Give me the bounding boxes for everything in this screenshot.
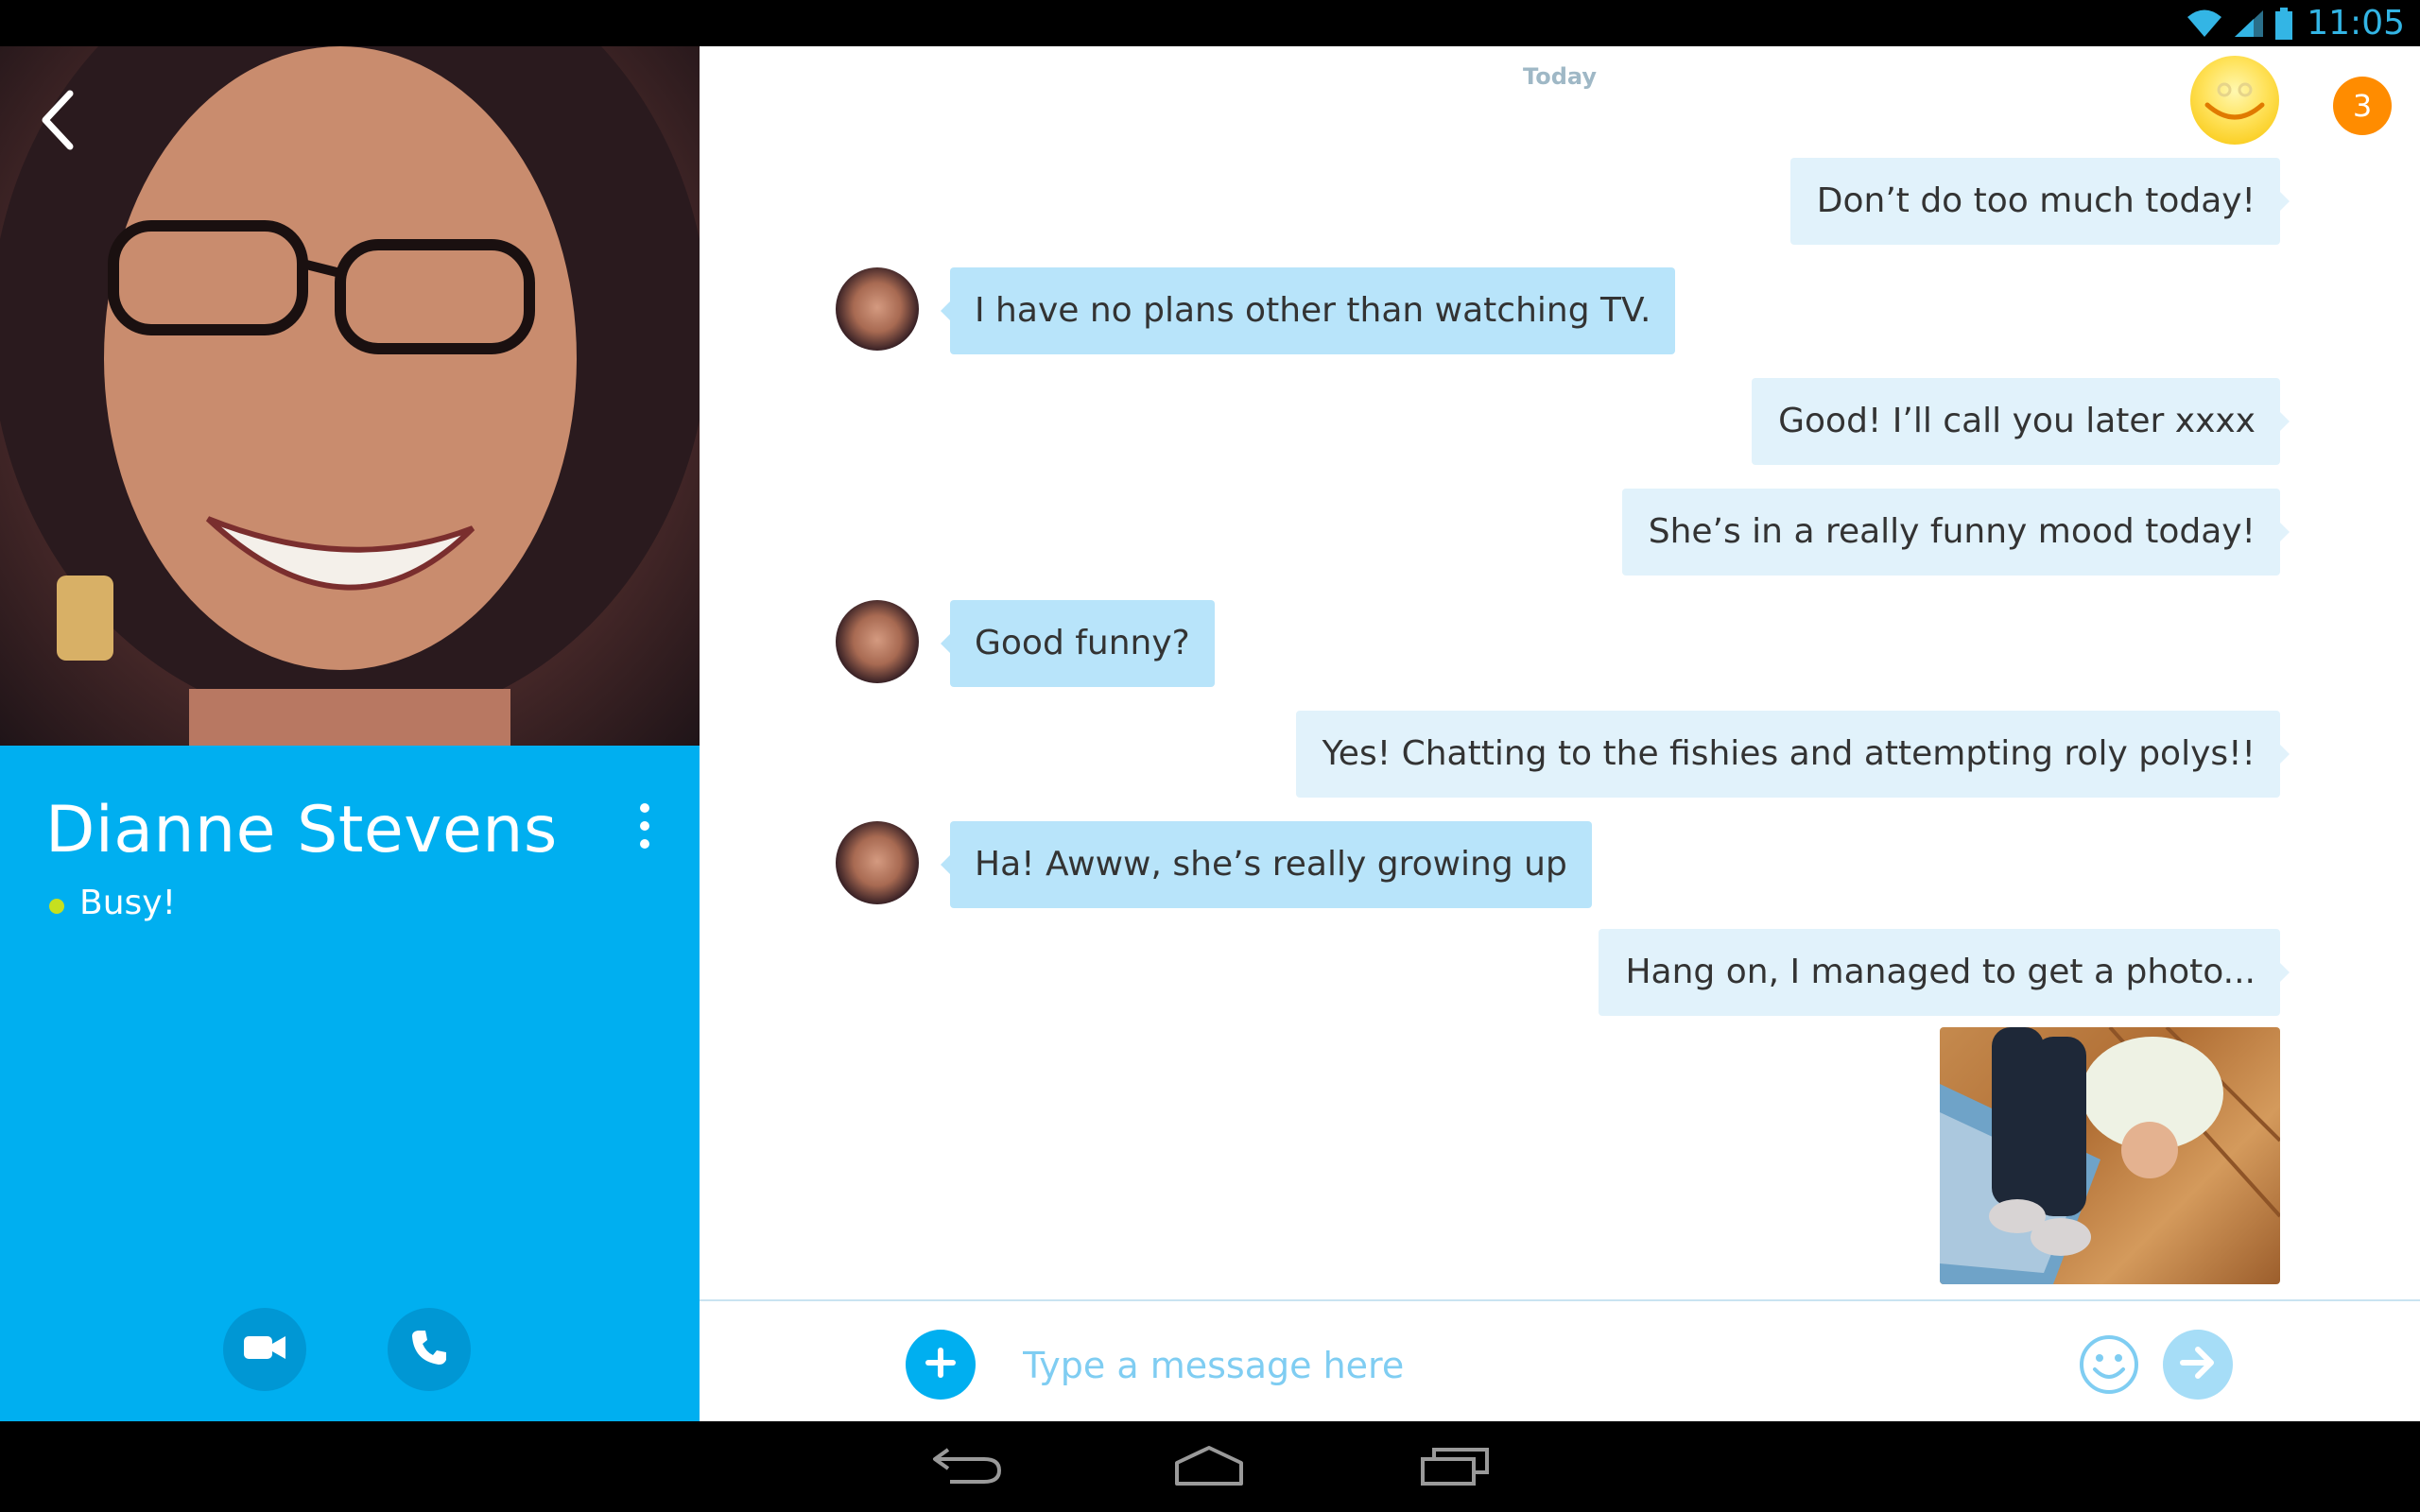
video-camera-icon (244, 1334, 285, 1365)
message-outgoing[interactable]: Don’t do too much today! (1789, 158, 2290, 245)
notification-badge[interactable]: 3 (2333, 77, 2392, 135)
add-attachment-button[interactable] (906, 1330, 976, 1400)
photo-message[interactable] (1940, 1027, 2280, 1284)
message-incoming[interactable]: Ha! Awww, she’s really growing up (941, 821, 1592, 908)
contact-avatar[interactable] (836, 821, 919, 904)
wifi-icon (2186, 9, 2223, 39)
more-options-button[interactable] (624, 793, 666, 859)
contact-status-message: Busy! (79, 884, 177, 922)
more-vertical-icon-dot (640, 821, 649, 831)
system-nav-bar (0, 1421, 2420, 1512)
nav-recents-button[interactable] (1412, 1438, 1497, 1495)
compose-bar (700, 1299, 2420, 1421)
more-vertical-icon (640, 803, 649, 813)
back-button[interactable] (26, 84, 87, 160)
nav-home-button[interactable] (1167, 1438, 1252, 1495)
contact-panel: Dianne Stevens Busy! (0, 46, 700, 1421)
presence-indicator (49, 899, 64, 914)
my-avatar[interactable] (2190, 56, 2279, 145)
battery-icon (2274, 7, 2293, 40)
contact-avatar[interactable] (836, 600, 919, 683)
status-icons: 11:05 (2186, 0, 2405, 46)
voice-call-button[interactable] (388, 1308, 471, 1391)
status-bar: 11:05 (0, 0, 2420, 46)
emoji-button[interactable] (2078, 1333, 2140, 1396)
arrow-right-icon (2179, 1346, 2217, 1383)
video-call-button[interactable] (223, 1308, 306, 1391)
message-incoming[interactable]: I have no plans other than watching TV. (940, 267, 1676, 354)
message-outgoing[interactable]: Hang on, I managed to get a photo... (1599, 929, 2290, 1016)
smiley-icon (2078, 1335, 2140, 1400)
nav-back-button[interactable] (925, 1438, 1010, 1495)
chat-panel: Today 3 Don’t do too much today! I have … (700, 46, 2420, 1421)
message-input[interactable] (1021, 1328, 1966, 1403)
date-separator: Today (1523, 63, 1597, 90)
more-vertical-icon-dot (640, 839, 649, 849)
clock: 11:05 (2307, 4, 2405, 43)
contact-profile-photo (0, 46, 700, 746)
phone-icon (410, 1329, 448, 1370)
back-arrow-icon (931, 1444, 1003, 1489)
message-incoming[interactable]: Good funny? (941, 600, 1215, 687)
message-outgoing[interactable]: Yes! Chatting to the fishies and attempt… (1295, 711, 2290, 798)
contact-avatar[interactable] (836, 267, 919, 351)
send-button[interactable] (2163, 1330, 2233, 1400)
message-outgoing[interactable]: Good! I’ll call you later xxxx (1752, 378, 2290, 465)
message-outgoing[interactable]: She’s in a really funny mood today! (1621, 489, 2290, 576)
home-icon (1171, 1444, 1247, 1489)
contact-name: Dianne Stevens (45, 793, 558, 868)
recent-apps-icon (1419, 1444, 1491, 1489)
plus-icon (924, 1346, 958, 1383)
chevron-left-icon (38, 90, 76, 154)
signal-icon (2233, 9, 2265, 39)
